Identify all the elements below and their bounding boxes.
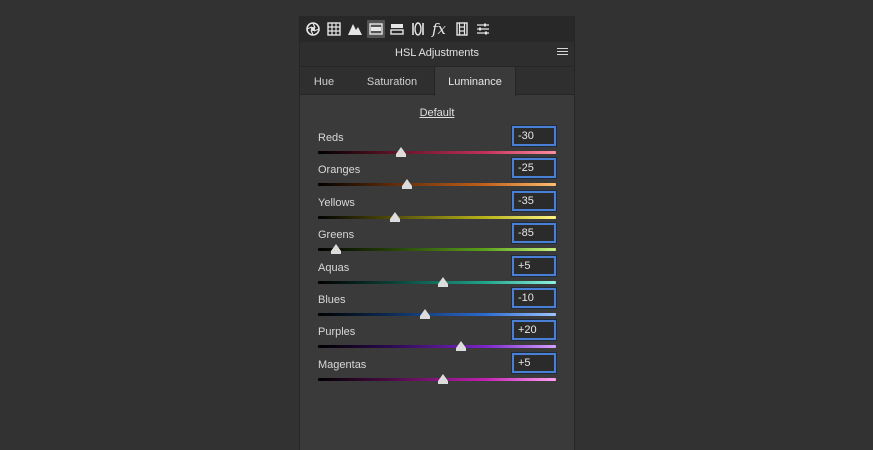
slider-label: Aquas [318, 261, 350, 274]
slider-track[interactable] [318, 313, 556, 316]
slider-value-input[interactable]: +20 [511, 319, 557, 342]
slider-value-input[interactable]: -30 [511, 125, 557, 147]
slider-value-input[interactable]: +5 [511, 254, 557, 277]
slider-thumb[interactable] [420, 309, 431, 319]
film-icon[interactable] [453, 20, 471, 38]
panel-title: HSL Adjustments [395, 47, 479, 59]
hsl-adjustments-panel: fx HSL Adjustments Hue Saturation Lumina… [299, 16, 575, 450]
slider-label: Blues [318, 294, 346, 306]
slider-value-input[interactable]: -10 [511, 287, 557, 309]
slider-label: Yellows [318, 196, 355, 209]
tab-luminance[interactable]: Luminance [434, 67, 516, 96]
tab-hue[interactable]: Hue [300, 67, 348, 95]
fx-icon[interactable]: fx [430, 20, 448, 38]
slider-label: Reds [318, 132, 344, 144]
slider-value-input[interactable]: +5 [511, 351, 557, 374]
grid-icon[interactable] [325, 20, 343, 38]
slider-label: Magentas [318, 358, 367, 371]
slider-track[interactable] [318, 248, 556, 252]
aperture-icon[interactable] [304, 20, 322, 38]
sliders-icon[interactable] [474, 20, 492, 38]
slider-track[interactable] [318, 345, 556, 349]
slider-label: Greens [318, 229, 355, 242]
slider-value-input[interactable]: -25 [511, 157, 557, 180]
hsl-panel-icon[interactable] [367, 20, 385, 38]
slider-thumb[interactable] [396, 147, 407, 157]
split-toning-icon[interactable] [388, 20, 406, 38]
slider-track[interactable] [318, 215, 556, 219]
default-link[interactable]: Default [300, 107, 574, 119]
slider-thumb[interactable] [437, 276, 448, 287]
slider-thumb[interactable] [455, 341, 466, 352]
slider-thumb[interactable] [330, 244, 341, 255]
mountain-icon[interactable] [346, 20, 364, 38]
slider-track[interactable] [318, 151, 556, 154]
slider-value-input[interactable]: -35 [511, 189, 557, 212]
slider-label: Purples [318, 326, 356, 339]
slider-value-input[interactable]: -85 [511, 222, 557, 245]
panel-menu-icon[interactable] [557, 48, 568, 59]
panel-toolbar: fx [300, 16, 574, 42]
slider-label: Oranges [318, 164, 361, 177]
slider-track[interactable] [318, 183, 556, 187]
panel-header: HSL Adjustments [300, 42, 574, 67]
tab-saturation[interactable]: Saturation [352, 67, 432, 95]
slider-thumb[interactable] [402, 179, 413, 190]
slider-thumb[interactable] [390, 211, 401, 222]
slider-thumb[interactable] [437, 373, 448, 384]
hsl-tabs: Hue Saturation Luminance [300, 67, 574, 96]
slider-row-magentas: Magentas +5 [318, 351, 557, 389]
lens-icon[interactable] [409, 20, 427, 38]
